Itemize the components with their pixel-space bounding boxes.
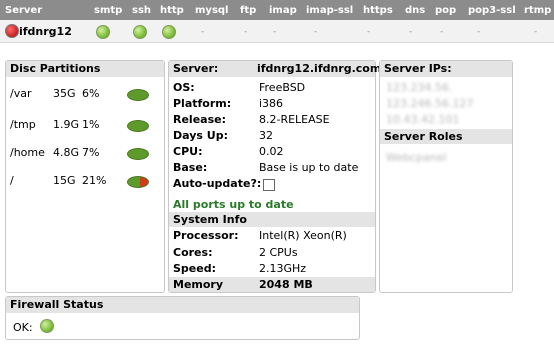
col-https: https — [363, 5, 393, 16]
firewall-status-panel: Firewall Status OK: — [5, 296, 360, 340]
platform-label: Platform: — [173, 97, 232, 110]
server-role: Webcpanel — [386, 151, 447, 164]
dns-status: - — [409, 27, 413, 37]
cpu-value: 0.02 — [259, 145, 284, 158]
cpu-label: CPU: — [173, 145, 203, 158]
server-ip: 123.246.56.127 — [386, 97, 474, 110]
smtp-status-icon — [96, 25, 110, 39]
ports-status: All ports up to date — [173, 198, 294, 211]
disc-partitions-panel: Disc Partitions /var 35G 6% /tmp 1.9G 1%… — [5, 60, 165, 293]
processor-label: Processor: — [173, 229, 239, 242]
col-server: Server — [5, 5, 43, 16]
memory-label: Memory — [173, 278, 224, 291]
col-mysql: mysql — [195, 5, 229, 16]
ftp-status: - — [244, 27, 248, 37]
partition-mount: /tmp — [10, 118, 36, 131]
col-pop: pop — [435, 5, 457, 16]
imap-status: - — [273, 27, 277, 37]
partition-usage-pie — [127, 176, 149, 188]
col-rtmp: rtmp — [524, 5, 552, 16]
partition-mount: /var — [10, 87, 32, 100]
base-label: Base: — [173, 161, 208, 174]
imap-ssl-status: - — [314, 27, 318, 37]
partition-usage-pie — [127, 89, 149, 101]
col-ssh: ssh — [132, 5, 152, 16]
days-up-label: Days Up: — [173, 129, 228, 142]
server-label: Server: — [173, 62, 219, 75]
partition-pct: 1% — [82, 118, 100, 131]
partition-size: 1.9G — [53, 118, 80, 131]
speed-label: Speed: — [173, 262, 216, 275]
server-name[interactable]: ifdnrg12 — [19, 25, 72, 38]
server-alert-icon[interactable] — [5, 24, 19, 38]
status-table-header: Server smtp ssh http mysql ftp imap imap… — [0, 0, 554, 20]
processor-value: Intel(R) Xeon(R) — [259, 229, 347, 242]
partition-mount: / — [10, 174, 14, 187]
https-status: - — [367, 27, 371, 37]
server-ips-title: Server IPs: — [380, 61, 512, 77]
ssh-status-icon — [133, 25, 147, 39]
auto-update-checkbox[interactable] — [263, 179, 275, 191]
partition-pct: 6% — [82, 87, 100, 100]
os-value: FreeBSD — [259, 81, 306, 94]
disc-partitions-title: Disc Partitions — [6, 61, 164, 77]
pop-status: - — [440, 27, 444, 37]
server-row[interactable]: ifdnrg12 — [0, 20, 554, 43]
firewall-ok-label: OK: — [13, 321, 33, 334]
partition-usage-pie — [127, 120, 149, 132]
memory-value: 2048 MB — [259, 278, 313, 291]
base-value: Base is up to date — [259, 161, 359, 174]
os-label: OS: — [173, 81, 195, 94]
server-roles-title: Server Roles — [380, 129, 512, 144]
col-imap: imap — [269, 5, 297, 16]
platform-value: i386 — [259, 97, 284, 110]
auto-update-label: Auto-update?: — [173, 177, 262, 190]
release-value: 8.2-RELEASE — [259, 113, 330, 126]
col-dns: dns — [405, 5, 426, 16]
cores-value: 2 CPUs — [259, 246, 298, 259]
server-info-title: Server: ifdnrg12.ifdnrg.com — [169, 61, 381, 77]
partition-size: 15G — [53, 174, 76, 187]
col-http: http — [160, 5, 184, 16]
col-pop3-ssl: pop3-ssl — [468, 5, 516, 16]
server-ips-panel: Server IPs: 123.234.56. 123.246.56.127 1… — [379, 60, 513, 293]
partition-pct: 21% — [82, 174, 107, 187]
rtmp-status: - — [534, 27, 538, 37]
server-info-panel: Server: ifdnrg12.ifdnrg.com OS: FreeBSD … — [168, 60, 381, 293]
speed-value: 2.13GHz — [259, 262, 307, 275]
partition-pct: 7% — [82, 146, 100, 159]
col-imap-ssl: imap-ssl — [306, 5, 354, 16]
partition-mount: /home — [10, 146, 45, 159]
col-smtp: smtp — [94, 5, 123, 16]
days-up-value: 32 — [259, 129, 273, 142]
server-hostname: ifdnrg12.ifdnrg.com — [257, 62, 382, 75]
col-ftp: ftp — [240, 5, 257, 16]
memory-row: Memory 2048 MB — [169, 277, 375, 292]
partition-usage-pie — [127, 148, 149, 160]
http-status-icon — [162, 25, 176, 39]
partition-size: 4.8G — [53, 146, 80, 159]
firewall-status-title: Firewall Status — [6, 297, 359, 313]
server-ip: 10.43.42.101 — [386, 113, 460, 126]
release-label: Release: — [173, 113, 226, 126]
cores-label: Cores: — [173, 246, 213, 259]
mysql-status: - — [201, 27, 205, 37]
pop3-ssl-status: - — [477, 27, 481, 37]
server-ip: 123.234.56. — [386, 81, 453, 94]
system-info-title: System Info — [169, 212, 375, 227]
firewall-ok-icon — [40, 319, 54, 333]
partition-size: 35G — [53, 87, 76, 100]
